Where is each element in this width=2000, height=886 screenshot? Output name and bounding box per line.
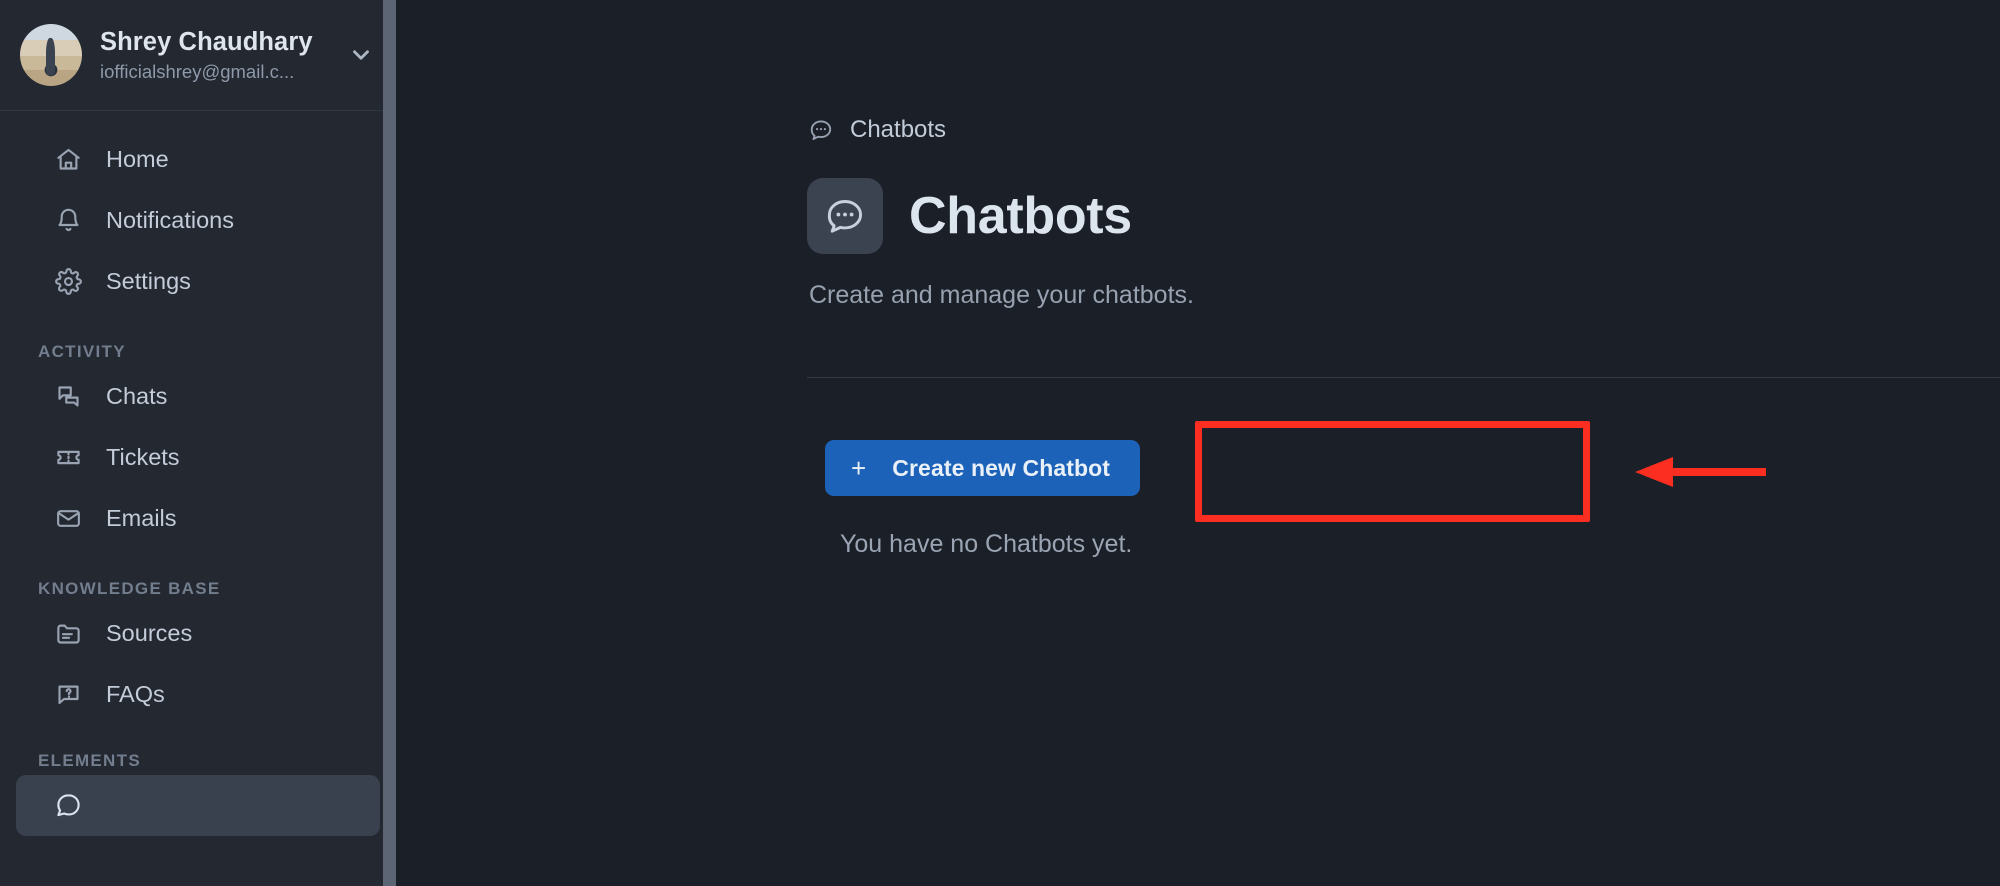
sidebar-item-label: Settings <box>106 268 191 294</box>
folder-icon <box>54 620 82 648</box>
sidebar-item-emails[interactable]: Emails <box>16 488 380 549</box>
gear-icon <box>54 268 82 296</box>
sidebar-item-label: Emails <box>106 505 177 531</box>
avatar <box>20 24 82 86</box>
page-header: Chatbots <box>807 178 1132 254</box>
sidebar-nav: Home Notifications Settings ACTIVITY Cha… <box>0 111 396 836</box>
ticket-icon <box>54 444 82 472</box>
plus-icon: + <box>851 453 867 483</box>
sidebar-section-elements: ELEMENTS <box>38 751 141 770</box>
chat-dots-icon <box>807 117 834 144</box>
sidebar-item-label: Notifications <box>106 207 234 233</box>
sidebar-item-tickets[interactable]: Tickets <box>16 427 380 488</box>
sidebar-item-chats[interactable]: Chats <box>16 366 380 427</box>
question-bubble-icon <box>54 681 82 709</box>
bell-icon <box>54 207 82 235</box>
account-text: Shrey Chaudhary iofficialshrey@gmail.c..… <box>100 28 338 83</box>
sidebar-item-label: Home <box>106 146 169 172</box>
create-new-chatbot-button[interactable]: + Create new Chatbot <box>825 440 1141 496</box>
account-email: iofficialshrey@gmail.c... <box>100 60 295 82</box>
page-subtitle: Create and manage your chatbots. <box>809 281 1194 309</box>
sidebar-item-label: Sources <box>106 620 193 646</box>
sidebar-item-faqs[interactable]: FAQs <box>16 664 380 725</box>
chat-bubbles-icon <box>54 383 82 411</box>
section-divider <box>807 377 2000 378</box>
sidebar-item-chatbots[interactable] <box>16 775 380 836</box>
create-new-chatbot-label: Create new Chatbot <box>892 454 1111 481</box>
breadcrumb[interactable]: Chatbots <box>807 116 946 144</box>
sidebar-item-label: Chats <box>106 383 168 409</box>
envelope-icon <box>54 505 82 533</box>
chat-dots-icon <box>807 178 883 254</box>
app-root: Shrey Chaudhary iofficialshrey@gmail.c..… <box>0 0 2000 886</box>
sidebar-item-label: Tickets <box>106 444 180 470</box>
sidebar-item-settings[interactable]: Settings <box>16 251 380 312</box>
chatbot-icon <box>54 792 82 820</box>
account-name: Shrey Chaudhary <box>100 27 313 56</box>
sidebar-item-home[interactable]: Home <box>16 129 380 190</box>
sidebar: Shrey Chaudhary iofficialshrey@gmail.c..… <box>0 0 396 886</box>
sidebar-item-notifications[interactable]: Notifications <box>16 190 380 251</box>
empty-state-message: You have no Chatbots yet. <box>840 530 1133 558</box>
sidebar-scrollbar[interactable] <box>383 0 396 886</box>
sidebar-section-knowledge-base: KNOWLEDGE BASE <box>38 579 221 598</box>
account-switcher[interactable]: Shrey Chaudhary iofficialshrey@gmail.c..… <box>0 0 396 111</box>
sidebar-section-activity: ACTIVITY <box>38 342 126 361</box>
page-title: Chatbots <box>909 187 1132 245</box>
home-icon <box>54 146 82 174</box>
main-content: Chatbots Chatbots Create and manage your… <box>396 0 2000 886</box>
chevron-down-icon[interactable] <box>348 42 374 68</box>
sidebar-item-sources[interactable]: Sources <box>16 603 380 664</box>
content-column: Chatbots Chatbots Create and manage your… <box>807 0 2000 886</box>
sidebar-item-label: FAQs <box>106 681 165 707</box>
breadcrumb-label: Chatbots <box>850 116 947 143</box>
